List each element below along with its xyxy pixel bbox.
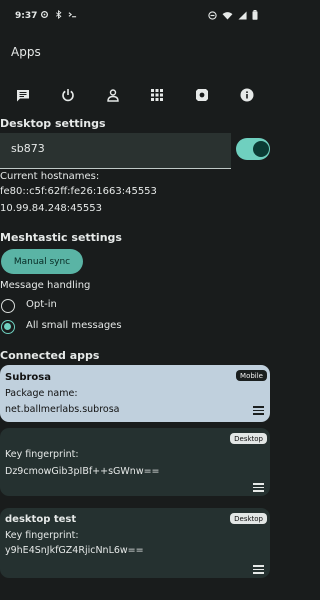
hostname-field[interactable] xyxy=(0,133,231,169)
desktop-toggle[interactable] xyxy=(236,138,270,160)
status-left-icons xyxy=(40,10,77,19)
hostname-ipv6: fe80::c5f:62ff:fe26:1663:45553 xyxy=(0,186,157,197)
drag-handle-icon[interactable] xyxy=(253,565,264,574)
radio-all-small-messages[interactable]: All small messages xyxy=(1,318,201,338)
app-card-desktop[interactable]: Key fingerprint: Dz9cmowGib3pIBf++sGWnw=… xyxy=(0,428,270,496)
app-card-line1: Package name: xyxy=(5,388,78,399)
status-bar: 9:37 xyxy=(0,0,270,34)
battery-icon xyxy=(252,10,258,20)
power-icon[interactable] xyxy=(57,84,79,106)
desktop-badge: Desktop xyxy=(230,513,267,524)
status-right-icons xyxy=(208,10,258,20)
meshtastic-settings-title: Meshtastic settings xyxy=(0,231,122,244)
toolbar xyxy=(0,84,270,106)
app-card-line1: Key fingerprint: xyxy=(5,530,79,541)
desktop-badge: Desktop xyxy=(230,433,267,444)
settings-icon xyxy=(40,10,49,19)
person-icon[interactable] xyxy=(102,84,124,106)
app-card-title: desktop test xyxy=(5,514,77,525)
hostname-input[interactable] xyxy=(11,142,211,155)
app-card-subrosa[interactable]: Subrosa Package name: net.ballmerlabs.su… xyxy=(0,365,270,422)
apps-grid-icon[interactable] xyxy=(146,84,168,106)
terminal-icon xyxy=(68,12,77,18)
app-card-line1: Key fingerprint: xyxy=(5,449,79,460)
drag-handle-icon[interactable] xyxy=(253,406,264,415)
bluetooth-icon xyxy=(55,10,62,19)
app-card-title: Subrosa xyxy=(5,372,51,383)
drag-handle-icon[interactable] xyxy=(253,483,264,492)
hostnames-label: Current hostnames: xyxy=(0,171,100,182)
app-card-line2: y9hE4SnJkfGZ4RjicNnL6w== xyxy=(5,545,144,556)
radio-opt-in-label: Opt-in xyxy=(26,299,57,310)
app-card-line2: net.ballmerlabs.subrosa xyxy=(5,404,120,415)
message-icon[interactable] xyxy=(12,84,34,106)
desktop-settings-title: Desktop settings xyxy=(0,117,106,130)
status-time: 9:37 xyxy=(15,11,38,21)
toggle-thumb xyxy=(253,141,269,157)
do-not-disturb-icon xyxy=(208,10,217,20)
settings-icon[interactable] xyxy=(191,84,213,106)
manual-sync-button[interactable]: Manual sync xyxy=(1,249,83,274)
info-icon[interactable] xyxy=(236,84,258,106)
connected-apps-title: Connected apps xyxy=(0,349,100,362)
radio-opt-in-button[interactable] xyxy=(1,299,15,313)
app-card-line2: Dz9cmowGib3pIBf++sGWnw== xyxy=(5,466,160,477)
radio-opt-in[interactable]: Opt-in xyxy=(1,297,201,317)
message-handling-label: Message handling xyxy=(0,280,91,291)
radio-all-small-messages-label: All small messages xyxy=(26,320,122,331)
radio-all-small-messages-button[interactable] xyxy=(1,320,15,334)
signal-icon xyxy=(238,10,247,20)
wifi-icon xyxy=(222,11,233,20)
app-card-desktop-test[interactable]: desktop test Key fingerprint: y9hE4SnJkf… xyxy=(0,508,270,578)
page-title: Apps xyxy=(11,45,41,59)
mobile-badge: Mobile xyxy=(236,370,267,381)
hostname-ipv4: 10.99.84.248:45553 xyxy=(0,203,102,214)
